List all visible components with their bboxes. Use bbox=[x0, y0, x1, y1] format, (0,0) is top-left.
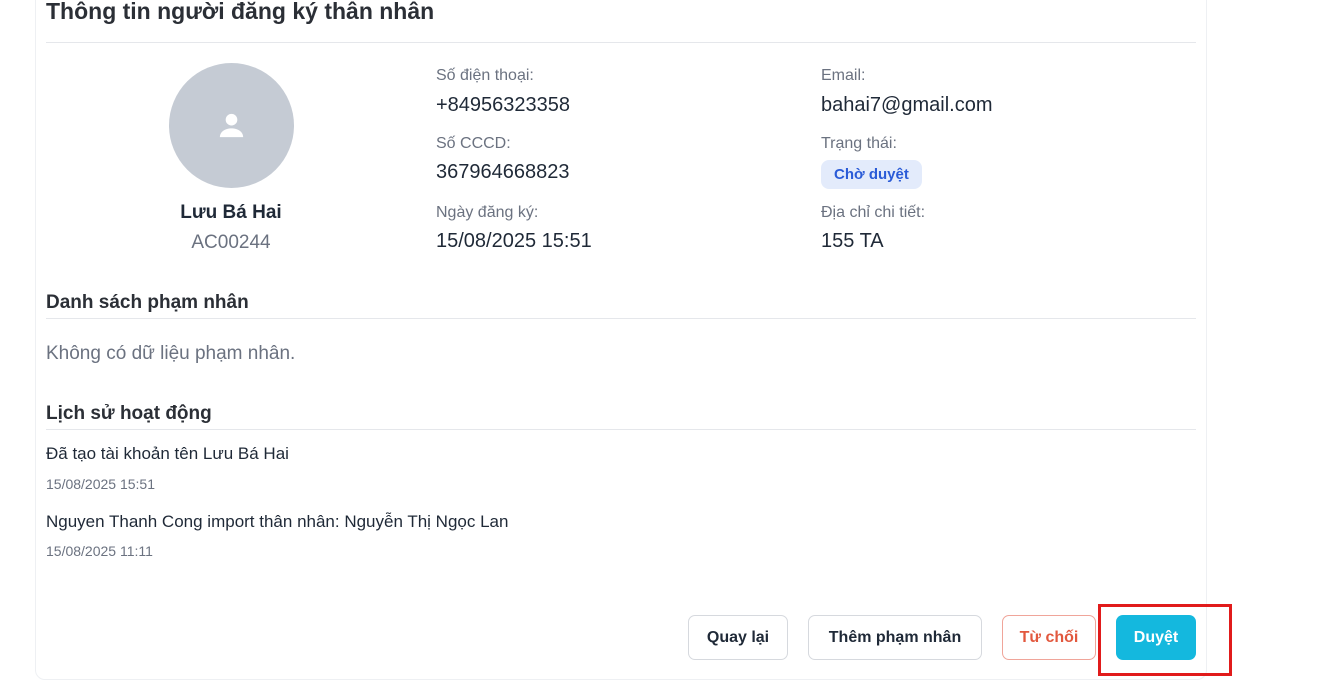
cccd-value: 367964668823 bbox=[436, 161, 570, 183]
title-divider bbox=[46, 42, 1196, 43]
user-code: AC00244 bbox=[191, 232, 271, 253]
cccd-label: Số CCCD: bbox=[436, 135, 511, 152]
add-inmate-button[interactable]: Thêm phạm nhân bbox=[808, 615, 982, 660]
address-value: 155 TA bbox=[821, 230, 884, 252]
approve-button[interactable]: Duyệt bbox=[1116, 615, 1196, 660]
history-divider bbox=[46, 429, 1196, 430]
user-icon bbox=[219, 113, 244, 138]
avatar bbox=[169, 63, 294, 188]
user-name: Lưu Bá Hai bbox=[180, 202, 282, 223]
email-label: Email: bbox=[821, 67, 866, 84]
reject-button[interactable]: Từ chối bbox=[1002, 615, 1096, 660]
phone-value: +84956323358 bbox=[436, 94, 571, 116]
status-badge: Chờ duyệt bbox=[821, 160, 922, 189]
history-item-text: Đã tạo tài khoản tên Lưu Bá Hai bbox=[46, 444, 289, 463]
status-label: Trạng thái: bbox=[821, 135, 897, 152]
address-label: Địa chỉ chi tiết: bbox=[821, 204, 926, 221]
history-item-text: Nguyen Thanh Cong import thân nhân: Nguy… bbox=[46, 512, 509, 531]
history-heading: Lịch sử hoạt động bbox=[46, 403, 212, 424]
back-button[interactable]: Quay lại bbox=[688, 615, 788, 660]
inmate-list-heading: Danh sách phạm nhân bbox=[46, 292, 249, 313]
phone-label: Số điện thoại: bbox=[436, 67, 534, 84]
registration-date-label: Ngày đăng ký: bbox=[436, 204, 539, 221]
registration-date-value: 15/08/2025 15:51 bbox=[436, 230, 592, 252]
inmate-empty-text: Không có dữ liệu phạm nhân. bbox=[46, 343, 296, 364]
history-item-time: 15/08/2025 15:51 bbox=[46, 476, 155, 492]
history-item-time: 15/08/2025 11:11 bbox=[46, 543, 153, 559]
inmate-divider bbox=[46, 318, 1196, 319]
page-title: Thông tin người đăng ký thân nhân bbox=[46, 0, 435, 24]
email-value: bahai7@gmail.com bbox=[821, 94, 993, 116]
